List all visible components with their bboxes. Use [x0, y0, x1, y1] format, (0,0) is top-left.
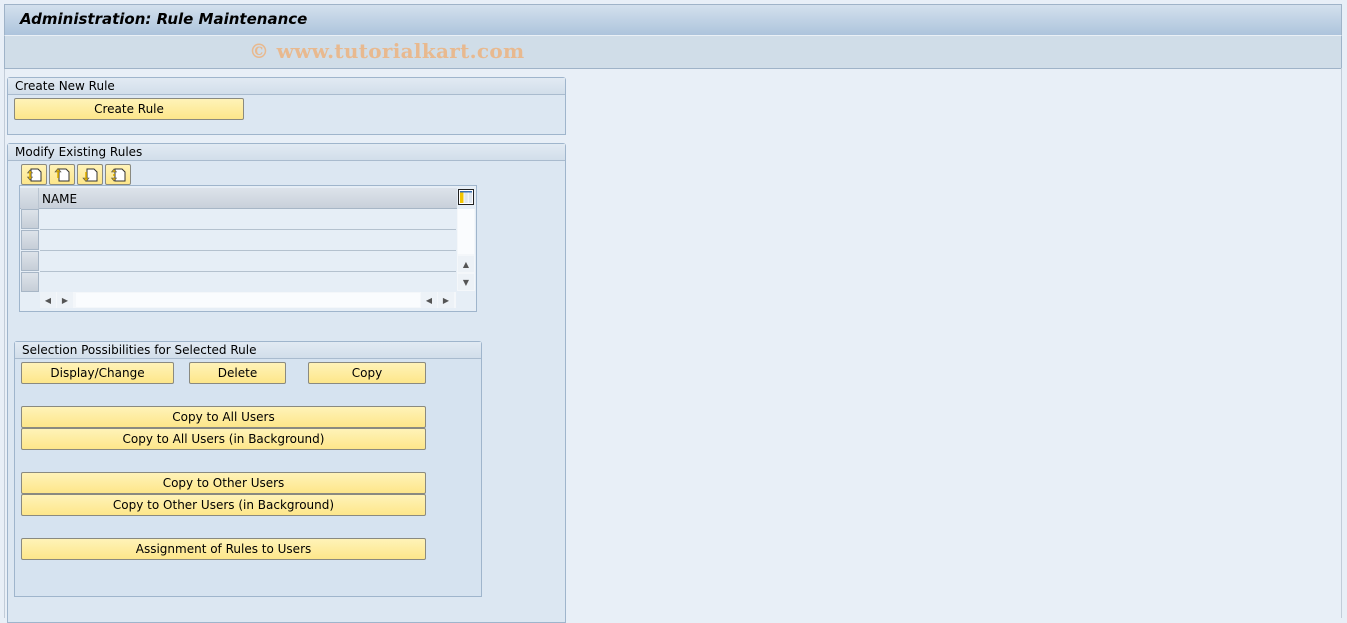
row-selector[interactable]: [21, 272, 39, 292]
row-selector[interactable]: [21, 230, 39, 250]
insert-row-below-icon: [82, 168, 98, 182]
copy-button[interactable]: Copy: [308, 362, 426, 384]
group-title: Selection Possibilities for Selected Rul…: [15, 342, 481, 359]
duplicate-row-icon: [110, 168, 126, 181]
page-title: Administration: Rule Maintenance: [20, 10, 308, 28]
scroll-right-icon[interactable]: ▶: [57, 292, 73, 308]
frame-border: [1341, 68, 1342, 618]
table-row[interactable]: [40, 230, 456, 250]
display-change-button[interactable]: Display/Change: [21, 362, 174, 384]
scroll-track[interactable]: [458, 209, 474, 254]
row-selector[interactable]: [21, 209, 39, 229]
insert-below-button[interactable]: [77, 164, 103, 185]
application-toolbar: © www.tutorialkart.com: [4, 36, 1342, 69]
copy-to-other-users-button[interactable]: Copy to Other Users: [21, 472, 426, 494]
insert-row-icon: [26, 168, 42, 181]
table-row[interactable]: [40, 251, 456, 271]
vertical-scrollbar[interactable]: ▲ ▼: [457, 209, 475, 291]
group-title: Create New Rule: [8, 78, 565, 95]
scroll-up-icon[interactable]: ▲: [458, 256, 474, 272]
horizontal-scrollbar[interactable]: ◀ ▶ ◀ ▶: [40, 292, 456, 308]
scroll-down-icon[interactable]: ▼: [458, 274, 474, 290]
table-header: NAME: [20, 188, 457, 209]
append-row-icon: [54, 167, 70, 181]
append-row-button[interactable]: [49, 164, 75, 185]
copy-to-other-users-background-button[interactable]: Copy to Other Users (in Background): [21, 494, 426, 516]
scroll-right-icon[interactable]: ▶: [438, 292, 454, 308]
scroll-left-icon[interactable]: ◀: [40, 292, 56, 308]
duplicate-row-button[interactable]: [105, 164, 131, 185]
create-rule-button[interactable]: Create Rule: [14, 98, 244, 120]
title-bar: Administration: Rule Maintenance: [4, 4, 1342, 36]
table-row[interactable]: [40, 272, 456, 292]
insert-row-button[interactable]: [21, 164, 47, 185]
copy-to-all-users-background-button[interactable]: Copy to All Users (in Background): [21, 428, 426, 450]
column-header-name[interactable]: NAME: [42, 192, 77, 206]
row-selector[interactable]: [21, 251, 39, 271]
delete-button[interactable]: Delete: [189, 362, 286, 384]
table-settings-icon[interactable]: [458, 189, 474, 205]
assignment-of-rules-button[interactable]: Assignment of Rules to Users: [21, 538, 426, 560]
group-title: Modify Existing Rules: [8, 144, 565, 161]
scroll-left-icon[interactable]: ◀: [421, 292, 437, 308]
copy-to-all-users-button[interactable]: Copy to All Users: [21, 406, 426, 428]
watermark: © www.tutorialkart.com: [249, 39, 525, 63]
rules-table: NAME ▲ ▼ ◀ ▶ ◀ ▶: [19, 185, 477, 312]
select-all-cell[interactable]: [21, 188, 39, 209]
scroll-track[interactable]: [76, 293, 420, 307]
table-row[interactable]: [40, 209, 456, 229]
